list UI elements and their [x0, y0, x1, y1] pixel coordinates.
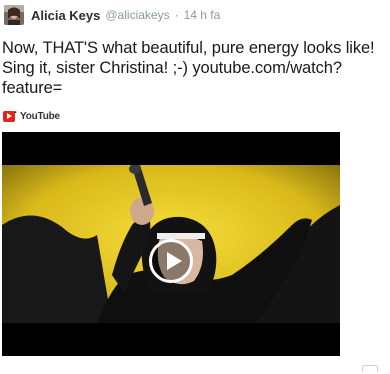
author-name[interactable]: Alicia Keys [31, 8, 100, 23]
media-source[interactable]: YouTube [3, 108, 60, 124]
play-icon[interactable] [149, 239, 193, 283]
media-source-label: YouTube [20, 110, 60, 122]
tweet-header: Alicia Keys @aliciakeys · 14 h fa [4, 4, 220, 26]
tweet-text: Now, THAT'S what beautiful, pure energy … [2, 38, 388, 118]
author-handle[interactable]: @aliciakeys [105, 8, 169, 22]
separator-dot: · [174, 8, 179, 22]
youtube-logo-icon [3, 110, 15, 122]
avatar[interactable] [4, 5, 24, 25]
resize-handle-icon [362, 365, 378, 372]
video-player[interactable] [2, 132, 340, 356]
tweet-timestamp[interactable]: 14 h fa [184, 8, 221, 22]
avatar-photo-icon [4, 5, 24, 25]
